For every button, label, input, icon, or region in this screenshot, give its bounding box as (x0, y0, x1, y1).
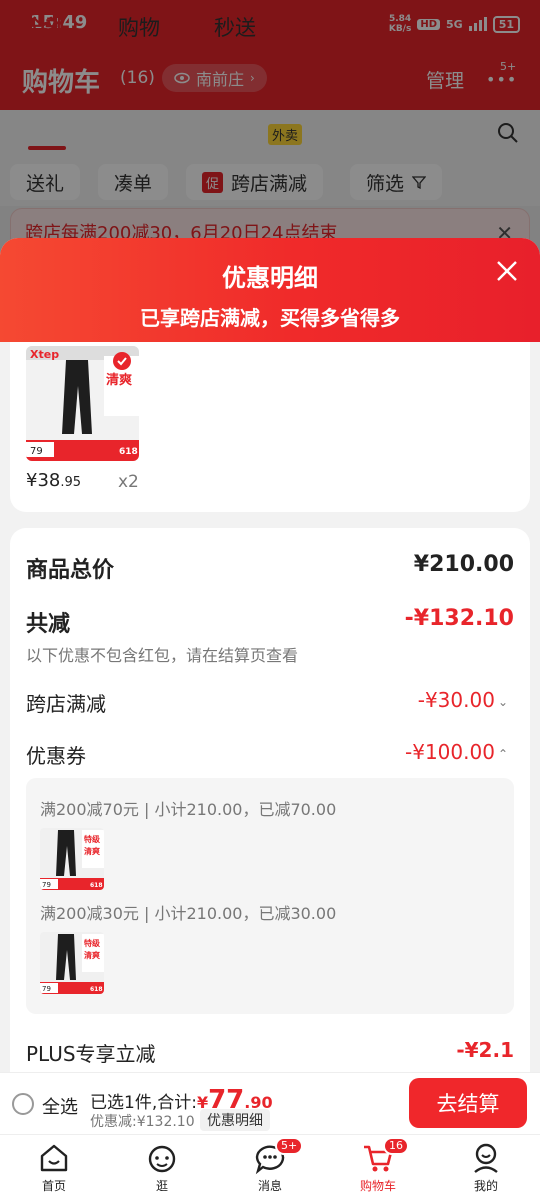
tab-cart[interactable]: 16 购物车 (343, 1137, 413, 1194)
plus-value: -¥2.1 (456, 1038, 514, 1062)
chevron-up-icon: ⌃ (497, 746, 508, 761)
coupon-label: 优惠券 (26, 744, 86, 768)
sheet-subtitle: 已享跨店满减，买得多省得多 (140, 306, 400, 330)
mini-price: 79 (42, 881, 51, 889)
select-all-label[interactable]: 全选 (42, 1093, 78, 1119)
tab-browse-label: 逛 (155, 1179, 168, 1193)
discount-note: 以下优惠不包含红包，请在结算页查看 (26, 646, 299, 665)
mini-badge: 618 (90, 986, 103, 993)
discount-summary: 优惠减:¥132.10 (90, 1114, 195, 1130)
select-all-radio[interactable] (12, 1093, 34, 1115)
mini-price: 79 (42, 985, 51, 993)
messages-badge: 5+ (275, 1137, 304, 1155)
sheet-title: 优惠明细 (222, 264, 318, 292)
cross-store-row[interactable]: -¥30.00 ⌄ (418, 688, 508, 712)
tab-home[interactable]: 首页 (19, 1141, 89, 1194)
reduce-label: 共减 (26, 612, 71, 637)
price-currency: ¥ (26, 470, 38, 491)
mini-tag-1: 特级 (84, 938, 101, 948)
coupon-details: 满200减70元 | 小计210.00，已减70.00 特级 清爽 79 618… (26, 778, 514, 1014)
checkout-button[interactable]: 去结算 (409, 1078, 527, 1128)
plus-label: PLUS专享立减 (26, 1042, 156, 1066)
tab-profile[interactable]: 我的 (451, 1141, 521, 1194)
chevron-down-icon: ⌄ (497, 694, 508, 709)
reduce-value: -¥132.10 (404, 606, 514, 631)
browse-icon (148, 1145, 176, 1173)
product-image-badge: 618 (119, 447, 138, 457)
product-price: ¥38.95 (26, 470, 81, 491)
coupon-line: 满200减70元 | 小计210.00，已减70.00 (40, 800, 337, 819)
tab-profile-label: 我的 (473, 1179, 498, 1193)
mini-thumbnail: 特级 清爽 79 618 (40, 828, 104, 890)
price-decimal: .95 (60, 475, 82, 490)
home-icon (40, 1144, 68, 1172)
coupon-product-image: 特级 清爽 79 618 (40, 932, 104, 994)
coupon-line: 满200减30元 | 小计210.00，已减30.00 (40, 904, 337, 923)
coupon-product-image: 特级 清爽 79 618 (40, 828, 104, 890)
mini-badge: 618 (90, 882, 103, 889)
tab-messages[interactable]: 5+ 消息 (235, 1137, 305, 1194)
product-quantity: x2 (118, 472, 139, 492)
product-thumbnail: Xtep 清爽 79 618 (26, 346, 139, 461)
cross-store-value: -¥30.00 (417, 688, 495, 712)
tab-home-label: 首页 (41, 1179, 66, 1193)
product-image-price: 79 (30, 446, 43, 457)
price-integer: 38 (37, 470, 61, 491)
tab-cart-label: 购物车 (359, 1179, 396, 1193)
close-icon[interactable] (494, 258, 520, 284)
bottom-tab-bar: 首页 逛 5+ 消息 16 购物车 我的 (0, 1134, 540, 1200)
mini-tag-1: 特级 (84, 834, 101, 844)
total-label: 商品总价 (26, 558, 115, 583)
product-image[interactable]: Xtep 清爽 79 618 (26, 346, 139, 461)
coupon-value: -¥100.00 (405, 740, 495, 764)
selected-prefix: 已选1件,合计: (90, 1093, 197, 1113)
sheet-header: 优惠明细 已享跨店满减，买得多省得多 (0, 238, 540, 342)
mini-tag-2: 清爽 (84, 950, 100, 960)
discount-detail-button[interactable]: 优惠明细 (200, 1109, 270, 1131)
coupon-row[interactable]: -¥100.00 ⌃ (405, 740, 508, 764)
cross-store-label: 跨店满减 (26, 692, 106, 716)
mini-tag-2: 清爽 (84, 846, 100, 856)
tab-messages-label: 消息 (257, 1179, 282, 1193)
tab-browse[interactable]: 逛 (127, 1141, 197, 1194)
checkout-bar: 全选 已选1件,合计:¥77.90 优惠减:¥132.10 优惠明细 去结算 (0, 1072, 540, 1134)
product-card: Xtep 清爽 79 618 ¥38.95 x2 (10, 342, 530, 512)
brand-logo: Xtep (30, 348, 59, 361)
price-summary-card: 商品总价 ¥210.00 共减 -¥132.10 以下优惠不包含红包，请在结算页… (10, 528, 530, 1088)
mini-thumbnail: 特级 清爽 79 618 (40, 932, 104, 994)
discount-detail-sheet: 优惠明细 已享跨店满减，买得多省得多 Xtep 清爽 79 618 ¥38.95… (0, 238, 540, 1200)
profile-icon (474, 1143, 498, 1173)
total-value: ¥210.00 (413, 552, 514, 577)
product-image-tag: 清爽 (106, 372, 132, 388)
cart-badge: 16 (383, 1137, 409, 1155)
